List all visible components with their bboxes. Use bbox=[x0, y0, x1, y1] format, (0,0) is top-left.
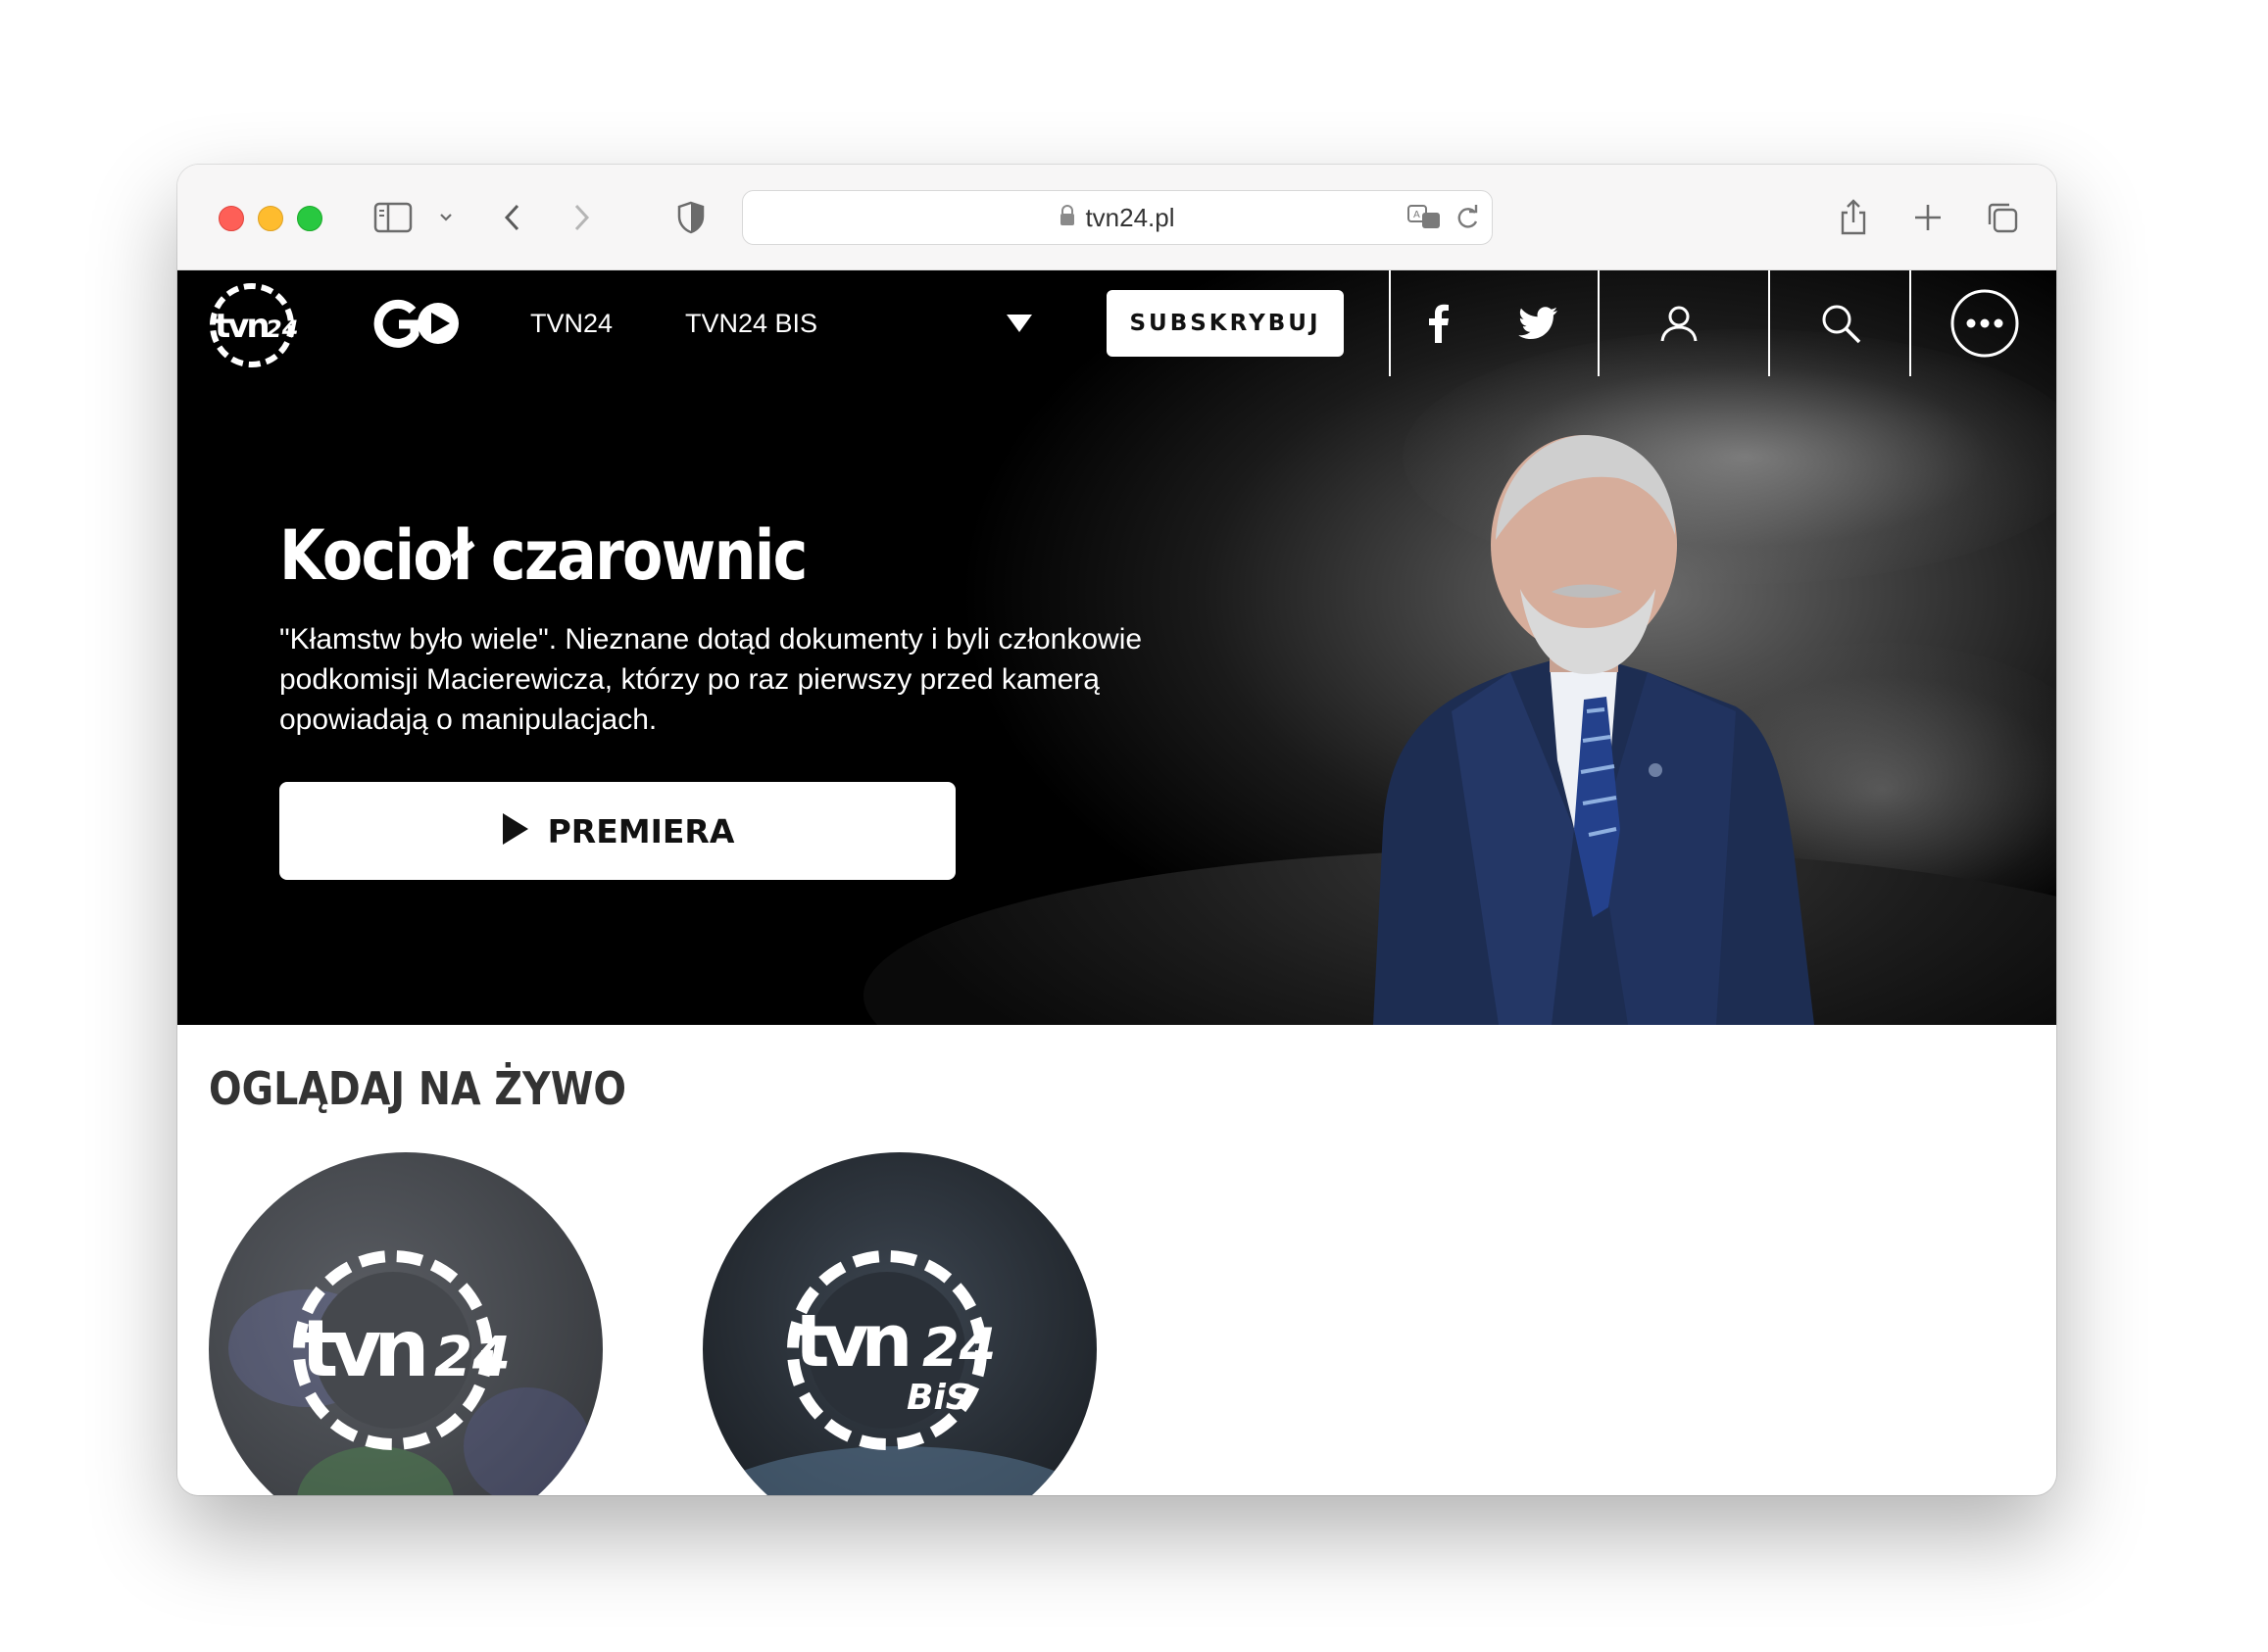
translate-icon[interactable]: A bbox=[1406, 203, 1444, 237]
premiere-button[interactable]: PREMIERA bbox=[279, 782, 956, 880]
svg-text:tvn: tvn bbox=[215, 307, 268, 346]
svg-text:24: 24 bbox=[922, 1317, 996, 1379]
share-icon[interactable] bbox=[1834, 194, 1873, 241]
live-channel-tvn24[interactable]: tvn 24 bbox=[209, 1152, 603, 1495]
site-navbar: tvn 24 TVN24 TVN24 BIS SUBSKRYBUJ bbox=[177, 270, 2056, 376]
reload-icon[interactable] bbox=[1454, 203, 1481, 237]
browser-window: tvn24.pl A tvn 24 TVN24 TVN24 BIS SUBSKR… bbox=[177, 165, 2056, 1495]
svg-text:tvn: tvn bbox=[301, 1303, 423, 1394]
search-icon[interactable] bbox=[1820, 270, 1863, 376]
lock-icon bbox=[1060, 204, 1075, 231]
web-page: tvn 24 TVN24 TVN24 BIS SUBSKRYBUJ Kocioł… bbox=[177, 270, 2056, 1495]
nav-link-tvn24-bis[interactable]: TVN24 BIS bbox=[685, 270, 817, 376]
play-icon bbox=[501, 811, 530, 851]
hero-banner: tvn 24 TVN24 TVN24 BIS SUBSKRYBUJ Kocioł… bbox=[177, 270, 2056, 1025]
chevron-down-icon[interactable] bbox=[434, 194, 458, 241]
tab-overview-icon[interactable] bbox=[1983, 194, 2022, 241]
nav-link-tvn24[interactable]: TVN24 bbox=[530, 270, 613, 376]
nav-divider bbox=[1768, 270, 1770, 376]
address-bar[interactable]: tvn24.pl A bbox=[742, 190, 1493, 245]
svg-text:24: 24 bbox=[434, 1326, 511, 1389]
url-text: tvn24.pl bbox=[1085, 202, 1175, 232]
twitter-icon[interactable] bbox=[1518, 270, 1561, 376]
forward-icon[interactable] bbox=[564, 194, 599, 241]
nav-divider bbox=[1389, 270, 1391, 376]
go-logo[interactable] bbox=[373, 270, 462, 376]
tvn24-bis-channel-logo: tvn 24 BiS bbox=[787, 1250, 996, 1450]
sidebar-icon[interactable] bbox=[371, 194, 415, 241]
svg-text:BiS: BiS bbox=[907, 1378, 971, 1418]
live-channel-tvn24-bis[interactable]: tvn 24 BiS bbox=[703, 1152, 1097, 1495]
hero-title: Kocioł czarownic bbox=[279, 515, 808, 596]
user-account-icon[interactable] bbox=[1659, 270, 1702, 376]
premiere-button-label: PREMIERA bbox=[547, 811, 735, 850]
svg-text:tvn: tvn bbox=[795, 1299, 908, 1384]
close-window-button[interactable] bbox=[219, 206, 244, 231]
minimize-window-button[interactable] bbox=[258, 206, 283, 231]
hero-portrait-image bbox=[1373, 435, 1814, 1025]
svg-text:24: 24 bbox=[266, 316, 298, 343]
tvn24-channel-logo: tvn 24 bbox=[293, 1250, 511, 1450]
subscribe-button[interactable]: SUBSKRYBUJ bbox=[1107, 290, 1344, 357]
zoom-window-button[interactable] bbox=[297, 206, 322, 231]
tvn24-logo[interactable]: tvn 24 bbox=[207, 270, 315, 376]
live-section-title: OGLĄDAJ NA ŻYWO bbox=[209, 1062, 626, 1115]
svg-text:A: A bbox=[1413, 210, 1420, 220]
back-icon[interactable] bbox=[495, 194, 530, 241]
nav-divider bbox=[1909, 270, 1911, 376]
new-tab-icon[interactable] bbox=[1908, 194, 1948, 241]
nav-divider bbox=[1598, 270, 1600, 376]
more-options-icon[interactable] bbox=[1949, 270, 2022, 376]
facebook-icon[interactable] bbox=[1428, 270, 1467, 376]
nav-dropdown-caret-icon[interactable] bbox=[1005, 270, 1044, 376]
browser-toolbar: tvn24.pl A bbox=[177, 165, 2056, 270]
hero-description: "Kłamstw było wiele". Nieznane dotąd dok… bbox=[279, 623, 1143, 736]
privacy-shield-icon[interactable] bbox=[673, 194, 709, 241]
